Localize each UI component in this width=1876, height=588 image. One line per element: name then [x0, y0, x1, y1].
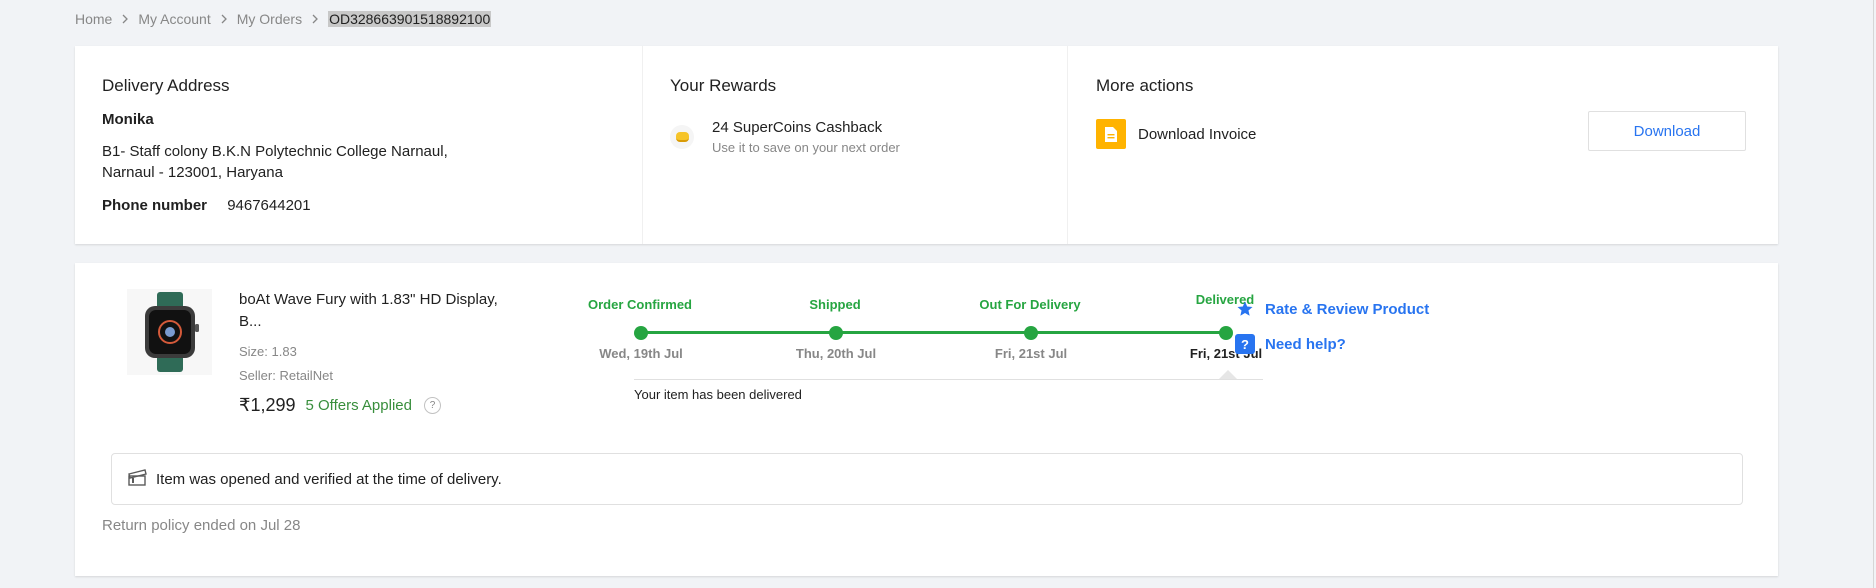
rate-review-link[interactable]: Rate & Review Product [1235, 299, 1429, 319]
step-date: Wed, 19th Jul [599, 346, 683, 361]
product-size: Size: 1.83 [239, 344, 297, 359]
step-dot [1219, 326, 1233, 340]
open-box-icon [126, 467, 148, 492]
breadcrumb-my-account[interactable]: My Account [138, 11, 210, 27]
product-title[interactable]: boAt Wave Fury with 1.83" HD Display, B.… [239, 289, 509, 333]
step-out-for-delivery: Out For Delivery [950, 297, 1110, 312]
step-label: Out For Delivery [979, 297, 1081, 312]
rate-review-label: Rate & Review Product [1265, 300, 1430, 318]
product-title-line-1: boAt Wave Fury with 1.83" HD Display, [239, 291, 498, 308]
step-dot [1024, 326, 1038, 340]
status-divider [634, 379, 1263, 380]
step-date: Fri, 21st Jul [994, 346, 1068, 361]
phone-row: Phone number 9467644201 [102, 197, 615, 214]
product-info: boAt Wave Fury with 1.83" HD Display, B.… [239, 289, 509, 416]
step-shipped: Shipped [755, 297, 915, 312]
address-text: B1- Staff colony B.K.N Polytechnic Colle… [102, 141, 615, 183]
supercoins-subtext: Use it to save on your next order [712, 140, 900, 155]
star-icon [1235, 299, 1255, 319]
step-order-confirmed: Order Confirmed [560, 297, 720, 312]
verification-banner: Item was opened and verified at the time… [111, 453, 1743, 505]
product-seller: Seller: RetailNet [239, 368, 333, 383]
more-actions-title: More actions [1096, 76, 1194, 95]
offer-help-icon[interactable]: ? [423, 397, 441, 414]
supercoins-row: 24 SuperCoins Cashback Use it to save on… [670, 119, 1040, 155]
delivery-status-note: Your item has been delivered [634, 387, 802, 402]
rewards-title: Your Rewards [670, 76, 777, 95]
need-help-label: Need help? [1265, 335, 1346, 353]
step-label: Order Confirmed [587, 297, 692, 312]
recipient-name: Monika [102, 111, 154, 128]
more-actions-section: More actions Download Invoice Download [1068, 46, 1778, 244]
product-image[interactable] [127, 289, 212, 375]
order-item-card: boAt Wave Fury with 1.83" HD Display, B.… [75, 263, 1778, 576]
product-price: ₹1,299 [239, 395, 296, 415]
invoice-document-icon [1096, 119, 1126, 149]
breadcrumb: Home My Account My Orders OD328663901518… [75, 9, 492, 29]
offers-applied: 5 Offers Applied [305, 397, 412, 414]
breadcrumb-my-orders[interactable]: My Orders [237, 11, 302, 27]
scrollbar-line [1873, 0, 1874, 588]
step-dot [634, 326, 648, 340]
chevron-right-icon [312, 14, 318, 24]
supercoin-icon [670, 125, 694, 149]
step-date: Thu, 20th Jul [795, 346, 877, 361]
help-question-icon: ? [1235, 334, 1255, 354]
delivery-address-section: Delivery Address Monika B1- Staff colony… [75, 46, 643, 244]
status-caret [1219, 370, 1237, 379]
address-line-1: B1- Staff colony B.K.N Polytechnic Colle… [102, 143, 448, 160]
delivery-address-title: Delivery Address [102, 76, 230, 95]
phone-number: 9467644201 [227, 197, 311, 214]
need-help-link[interactable]: ? Need help? [1235, 334, 1346, 354]
supercoins-text: 24 SuperCoins Cashback [712, 119, 883, 136]
step-dot [829, 326, 843, 340]
scrollbar-track[interactable] [1866, 0, 1876, 588]
order-info-card: Delivery Address Monika B1- Staff colony… [75, 46, 1778, 244]
price-row: ₹1,299 5 Offers Applied ? [239, 395, 509, 416]
download-invoice-button[interactable]: Download [1588, 111, 1746, 151]
breadcrumb-order-id: OD328663901518892100 [328, 11, 492, 27]
address-line-2: Narnaul - 123001, Haryana [102, 164, 283, 181]
step-label: Shipped [809, 297, 861, 312]
chevron-right-icon [122, 14, 129, 24]
smartwatch-icon [144, 292, 199, 372]
tracker-progress-line [641, 331, 1225, 334]
rewards-section: Your Rewards 24 SuperCoins Cashback Use … [643, 46, 1068, 244]
product-title-line-2: B... [239, 313, 262, 330]
verification-text: Item was opened and verified at the time… [156, 470, 502, 488]
download-invoice-label: Download Invoice [1138, 125, 1257, 143]
return-policy-text: Return policy ended on Jul 28 [102, 517, 301, 534]
order-tracker: Order Confirmed Wed, 19th Jul Shipped Th… [505, 263, 1295, 413]
phone-label: Phone number [102, 197, 208, 214]
chevron-right-icon [221, 14, 227, 24]
breadcrumb-home[interactable]: Home [75, 11, 112, 27]
